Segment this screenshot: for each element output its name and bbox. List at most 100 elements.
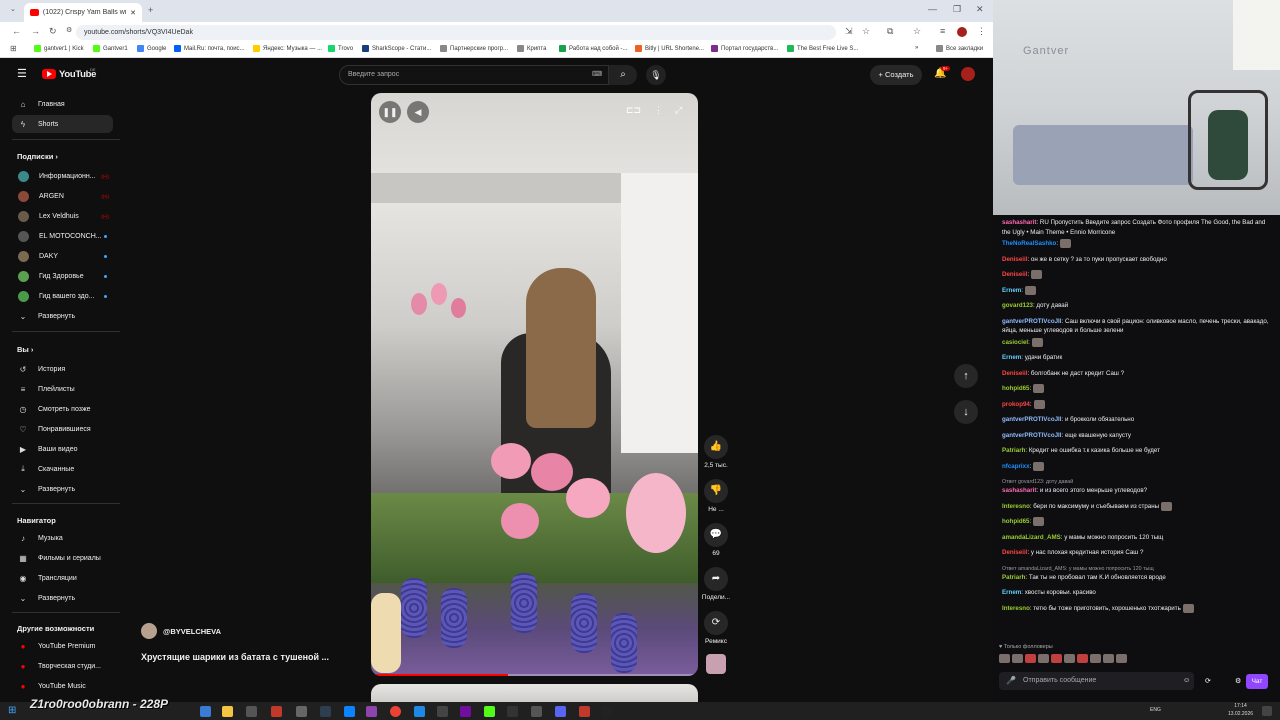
sidebar-item-subscription[interactable]: Гид Здоровье bbox=[12, 267, 113, 285]
bookmark[interactable]: Mail.Ru: почта, поис... bbox=[174, 45, 245, 52]
apps-icon[interactable]: ⊞ bbox=[10, 44, 17, 53]
sidebar-item-liked[interactable]: ♡ Понравившиеся bbox=[12, 420, 113, 438]
menu-hamburger-icon[interactable]: ☰ bbox=[17, 67, 27, 80]
back-icon[interactable]: ← bbox=[12, 26, 21, 36]
dislike-button[interactable]: 👎 Не ... bbox=[700, 479, 732, 513]
menu-icon[interactable]: ⋮ bbox=[977, 26, 986, 37]
next-short-button[interactable]: ↓ bbox=[954, 400, 978, 424]
sidebar-item-downloads[interactable]: ⤓ Скачанные bbox=[12, 460, 113, 478]
chat-username[interactable]: gantverPROTIVcoJII bbox=[1002, 318, 1062, 325]
sidebar-item-subscription[interactable]: Информационн... ((•)) bbox=[12, 167, 113, 185]
taskbar-app-icon[interactable] bbox=[200, 706, 211, 717]
bookmark[interactable]: Яндекс: Музыка — ... bbox=[253, 45, 322, 52]
bookmark[interactable]: Крипта bbox=[517, 45, 546, 52]
volume-button[interactable]: ◀ bbox=[407, 101, 429, 123]
emote-icon[interactable] bbox=[1051, 654, 1062, 663]
install-icon[interactable]: ⇲ bbox=[845, 26, 853, 37]
tab-youtube[interactable]: (1022) Crispy Yam Balls with ... ✕ bbox=[24, 3, 142, 22]
taskbar-app-icon[interactable] bbox=[507, 706, 518, 717]
chat-username[interactable]: Ernem bbox=[1002, 589, 1021, 596]
fullscreen-icon[interactable]: ⤢ bbox=[675, 105, 682, 116]
bookmark[interactable]: Партнерские прогр... bbox=[440, 45, 508, 52]
search-input[interactable]: Введите запрос bbox=[339, 65, 609, 85]
sidebar-item-subscription[interactable]: Гид вашего здо... bbox=[12, 287, 113, 305]
like-button[interactable]: 👍 2,5 тыс. bbox=[700, 435, 732, 469]
bookmark-star-icon[interactable]: ☆ bbox=[862, 26, 870, 37]
emote-icon[interactable] bbox=[1090, 654, 1101, 663]
taskbar-app-icon[interactable] bbox=[555, 706, 566, 717]
taskbar-app-icon[interactable] bbox=[296, 706, 307, 717]
taskbar-app-icon[interactable] bbox=[271, 706, 282, 717]
sidebar-item-subscription[interactable]: ARGEN ((•)) bbox=[12, 187, 113, 205]
sidebar-item-premium[interactable]: ● YouTube Premium bbox=[12, 637, 113, 655]
search-button[interactable]: ⌕ bbox=[609, 65, 637, 85]
sidebar-item-your-videos[interactable]: ▶ Ваши видео bbox=[12, 440, 113, 458]
keyboard-icon[interactable]: ⌨ bbox=[592, 70, 602, 78]
taskbar-app-icon[interactable] bbox=[579, 706, 590, 717]
taskbar-app-icon[interactable] bbox=[531, 706, 542, 717]
chat-username[interactable]: Patriarh bbox=[1002, 447, 1025, 454]
bookmark[interactable]: gantver1 | Kick bbox=[34, 45, 84, 52]
bookmark[interactable]: Gantver1 bbox=[93, 45, 128, 52]
sidebar-item-music[interactable]: ♪ Музыка bbox=[12, 529, 113, 547]
bookmarks-overflow-icon[interactable]: » bbox=[915, 45, 918, 51]
chat-username[interactable]: gantverPROTIVcoJII bbox=[1002, 416, 1062, 423]
chat-username[interactable]: Deniseiil bbox=[1002, 370, 1027, 377]
tab-search-icon[interactable]: ⌄ bbox=[10, 5, 16, 13]
chat-username[interactable]: Interesno bbox=[1002, 605, 1030, 612]
mic-icon[interactable]: 🎤 bbox=[1006, 676, 1016, 685]
sidebar-item-playlists[interactable]: ≡ Плейлисты bbox=[12, 380, 113, 398]
more-options-icon[interactable]: ⋮ bbox=[654, 105, 663, 116]
chat-settings-icon[interactable]: ⚙ bbox=[1235, 677, 1241, 685]
taskbar-app-icon[interactable] bbox=[366, 706, 377, 717]
sidebar-item-live[interactable]: ◉ Трансляции bbox=[12, 569, 113, 587]
forward-icon[interactable]: → bbox=[31, 26, 40, 36]
emote-icon[interactable] bbox=[1025, 654, 1036, 663]
subscriptions-heading[interactable]: Подписки › bbox=[17, 152, 58, 161]
minimize-button[interactable]: — bbox=[928, 4, 937, 14]
extensions-icon[interactable]: ⧉ bbox=[887, 26, 893, 37]
reload-icon[interactable]: ↻ bbox=[49, 26, 57, 37]
chat-username[interactable]: sashasharit bbox=[1002, 487, 1036, 494]
address-bar[interactable]: youtube.com/shorts/VQ3VI4UeDak bbox=[76, 25, 836, 40]
emote-icon[interactable] bbox=[1116, 654, 1127, 663]
next-short-preview[interactable] bbox=[371, 684, 698, 702]
chat-username[interactable]: hohpid65 bbox=[1002, 518, 1030, 525]
chat-username[interactable]: govard123 bbox=[1002, 302, 1033, 309]
sidebar-item-studio[interactable]: ● Творческая студи... bbox=[12, 657, 113, 675]
comments-button[interactable]: 💬 69 bbox=[700, 523, 732, 557]
previous-short-button[interactable]: ↑ bbox=[954, 364, 978, 388]
chat-username[interactable]: Deniseiil bbox=[1002, 256, 1027, 263]
folder-app-icon[interactable] bbox=[222, 706, 233, 717]
emote-icon[interactable] bbox=[1064, 654, 1075, 663]
chat-username[interactable]: nfcaprixx bbox=[1002, 463, 1030, 470]
chat-username[interactable]: prokop94 bbox=[1002, 401, 1030, 408]
chat-username[interactable]: TheNoRealSashko bbox=[1002, 240, 1056, 247]
chat-username[interactable]: Patriarh bbox=[1002, 574, 1025, 581]
taskbar-app-icon[interactable] bbox=[601, 706, 612, 717]
language-indicator[interactable]: ENG bbox=[1150, 707, 1161, 713]
notifications-icon[interactable] bbox=[1262, 706, 1272, 716]
account-avatar[interactable] bbox=[961, 67, 975, 81]
bookmark[interactable]: SharkScope - Стати... bbox=[362, 45, 431, 52]
emote-icon[interactable] bbox=[1103, 654, 1114, 663]
sidebar-item-music-app[interactable]: ● YouTube Music bbox=[12, 677, 113, 695]
chrome-app-icon[interactable] bbox=[390, 706, 401, 717]
chat-username[interactable]: Interesno bbox=[1002, 503, 1030, 510]
chat-username[interactable]: Ernem bbox=[1002, 287, 1021, 294]
sidebar-item-subscription[interactable]: Lex Veldhuis ((•)) bbox=[12, 207, 113, 225]
media-icon[interactable]: ≡ bbox=[940, 26, 945, 36]
you-heading[interactable]: Вы › bbox=[17, 345, 33, 354]
bookmark[interactable]: Trovo bbox=[328, 45, 353, 52]
chat-username[interactable]: Deniseiil bbox=[1002, 271, 1027, 278]
pause-button[interactable]: ❚❚ bbox=[379, 101, 401, 123]
sound-thumbnail[interactable] bbox=[706, 654, 726, 674]
taskbar-app-icon[interactable] bbox=[246, 706, 257, 717]
taskbar-app-icon[interactable] bbox=[320, 706, 331, 717]
bookmark[interactable]: Портал государств... bbox=[711, 45, 778, 52]
progress-bar[interactable] bbox=[371, 674, 698, 676]
chat-username[interactable]: casiociel bbox=[1002, 339, 1028, 346]
maximize-button[interactable]: ❐ bbox=[953, 4, 961, 15]
channel-row[interactable]: @BYVELCHEVA bbox=[141, 623, 221, 639]
sidebar-expand-navigator[interactable]: ⌄ Развернуть bbox=[12, 589, 113, 607]
